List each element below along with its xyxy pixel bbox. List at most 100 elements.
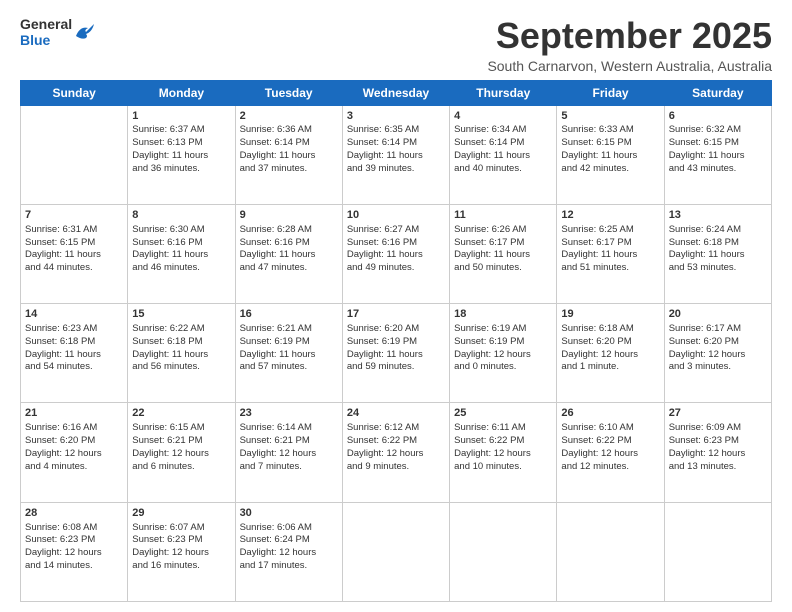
table-row: 10Sunrise: 6:27 AMSunset: 6:16 PMDayligh… — [342, 204, 449, 303]
day-number: 30 — [240, 506, 338, 521]
cell-text: Daylight: 11 hours — [561, 150, 659, 163]
cell-text: and 13 minutes. — [669, 461, 767, 474]
table-row — [342, 502, 449, 601]
day-number: 7 — [25, 208, 123, 223]
cell-text: Sunrise: 6:07 AM — [132, 522, 230, 535]
cell-text: Sunrise: 6:26 AM — [454, 224, 552, 237]
cell-text: Sunrise: 6:24 AM — [669, 224, 767, 237]
cell-text: Sunrise: 6:37 AM — [132, 124, 230, 137]
cell-text: Sunset: 6:22 PM — [561, 435, 659, 448]
cell-text: Sunrise: 6:28 AM — [240, 224, 338, 237]
table-row — [450, 502, 557, 601]
cell-text: Sunrise: 6:09 AM — [669, 422, 767, 435]
day-number: 13 — [669, 208, 767, 223]
cell-text: Sunrise: 6:30 AM — [132, 224, 230, 237]
cell-text: Sunrise: 6:11 AM — [454, 422, 552, 435]
day-number: 6 — [669, 109, 767, 124]
cell-text: Sunrise: 6:32 AM — [669, 124, 767, 137]
col-wednesday: Wednesday — [342, 80, 449, 105]
day-number: 5 — [561, 109, 659, 124]
week-row-1: 1Sunrise: 6:37 AMSunset: 6:13 PMDaylight… — [21, 105, 772, 204]
cell-text: Sunset: 6:17 PM — [561, 237, 659, 250]
table-row: 8Sunrise: 6:30 AMSunset: 6:16 PMDaylight… — [128, 204, 235, 303]
table-row: 30Sunrise: 6:06 AMSunset: 6:24 PMDayligh… — [235, 502, 342, 601]
cell-text: Sunrise: 6:06 AM — [240, 522, 338, 535]
day-number: 4 — [454, 109, 552, 124]
cell-text: Daylight: 11 hours — [347, 249, 445, 262]
day-number: 9 — [240, 208, 338, 223]
cell-text: and 0 minutes. — [454, 361, 552, 374]
cell-text: Sunrise: 6:14 AM — [240, 422, 338, 435]
cell-text: Sunrise: 6:34 AM — [454, 124, 552, 137]
table-row: 17Sunrise: 6:20 AMSunset: 6:19 PMDayligh… — [342, 304, 449, 403]
week-row-4: 21Sunrise: 6:16 AMSunset: 6:20 PMDayligh… — [21, 403, 772, 502]
cell-text: Daylight: 11 hours — [240, 150, 338, 163]
table-row: 22Sunrise: 6:15 AMSunset: 6:21 PMDayligh… — [128, 403, 235, 502]
table-row: 27Sunrise: 6:09 AMSunset: 6:23 PMDayligh… — [664, 403, 771, 502]
day-number: 3 — [347, 109, 445, 124]
day-number: 27 — [669, 406, 767, 421]
day-number: 15 — [132, 307, 230, 322]
day-number: 2 — [240, 109, 338, 124]
header: General Blue September 2025 South Carnar… — [20, 16, 772, 74]
table-row: 16Sunrise: 6:21 AMSunset: 6:19 PMDayligh… — [235, 304, 342, 403]
cell-text: and 4 minutes. — [25, 461, 123, 474]
cell-text: Sunset: 6:19 PM — [454, 336, 552, 349]
cell-text: Sunrise: 6:17 AM — [669, 323, 767, 336]
calendar-table: Sunday Monday Tuesday Wednesday Thursday… — [20, 80, 772, 602]
cell-text: Sunset: 6:20 PM — [669, 336, 767, 349]
cell-text: Sunset: 6:14 PM — [347, 137, 445, 150]
bird-icon — [74, 22, 96, 42]
cell-text: Sunrise: 6:31 AM — [25, 224, 123, 237]
day-number: 20 — [669, 307, 767, 322]
cell-text: and 12 minutes. — [561, 461, 659, 474]
cell-text: Sunset: 6:18 PM — [669, 237, 767, 250]
col-friday: Friday — [557, 80, 664, 105]
cell-text: Sunrise: 6:12 AM — [347, 422, 445, 435]
cell-text: Sunset: 6:14 PM — [454, 137, 552, 150]
cell-text: and 51 minutes. — [561, 262, 659, 275]
cell-text: Sunrise: 6:35 AM — [347, 124, 445, 137]
cell-text: Sunset: 6:15 PM — [25, 237, 123, 250]
col-monday: Monday — [128, 80, 235, 105]
logo-general: General — [20, 16, 72, 32]
day-number: 14 — [25, 307, 123, 322]
col-tuesday: Tuesday — [235, 80, 342, 105]
cell-text: Sunset: 6:21 PM — [240, 435, 338, 448]
cell-text: Daylight: 12 hours — [347, 448, 445, 461]
cell-text: Sunset: 6:16 PM — [240, 237, 338, 250]
main-title: September 2025 — [487, 16, 772, 56]
table-row: 18Sunrise: 6:19 AMSunset: 6:19 PMDayligh… — [450, 304, 557, 403]
day-number: 26 — [561, 406, 659, 421]
cell-text: Sunrise: 6:19 AM — [454, 323, 552, 336]
cell-text: Daylight: 12 hours — [240, 547, 338, 560]
logo: General Blue — [20, 16, 96, 48]
table-row: 28Sunrise: 6:08 AMSunset: 6:23 PMDayligh… — [21, 502, 128, 601]
cell-text: Daylight: 12 hours — [454, 448, 552, 461]
day-number: 29 — [132, 506, 230, 521]
cell-text: and 37 minutes. — [240, 163, 338, 176]
cell-text: Sunrise: 6:27 AM — [347, 224, 445, 237]
cell-text: Sunset: 6:20 PM — [561, 336, 659, 349]
cell-text: Sunset: 6:22 PM — [347, 435, 445, 448]
cell-text: Sunrise: 6:33 AM — [561, 124, 659, 137]
day-number: 12 — [561, 208, 659, 223]
day-number: 1 — [132, 109, 230, 124]
cell-text: Sunset: 6:14 PM — [240, 137, 338, 150]
cell-text: Sunset: 6:23 PM — [132, 534, 230, 547]
cell-text: Daylight: 11 hours — [240, 249, 338, 262]
cell-text: Sunset: 6:22 PM — [454, 435, 552, 448]
table-row — [21, 105, 128, 204]
cell-text: and 54 minutes. — [25, 361, 123, 374]
week-row-3: 14Sunrise: 6:23 AMSunset: 6:18 PMDayligh… — [21, 304, 772, 403]
table-row: 4Sunrise: 6:34 AMSunset: 6:14 PMDaylight… — [450, 105, 557, 204]
table-row — [664, 502, 771, 601]
table-row: 3Sunrise: 6:35 AMSunset: 6:14 PMDaylight… — [342, 105, 449, 204]
cell-text: and 40 minutes. — [454, 163, 552, 176]
table-row: 15Sunrise: 6:22 AMSunset: 6:18 PMDayligh… — [128, 304, 235, 403]
cell-text: and 44 minutes. — [25, 262, 123, 275]
col-saturday: Saturday — [664, 80, 771, 105]
cell-text: and 42 minutes. — [561, 163, 659, 176]
week-row-5: 28Sunrise: 6:08 AMSunset: 6:23 PMDayligh… — [21, 502, 772, 601]
cell-text: Sunset: 6:21 PM — [132, 435, 230, 448]
